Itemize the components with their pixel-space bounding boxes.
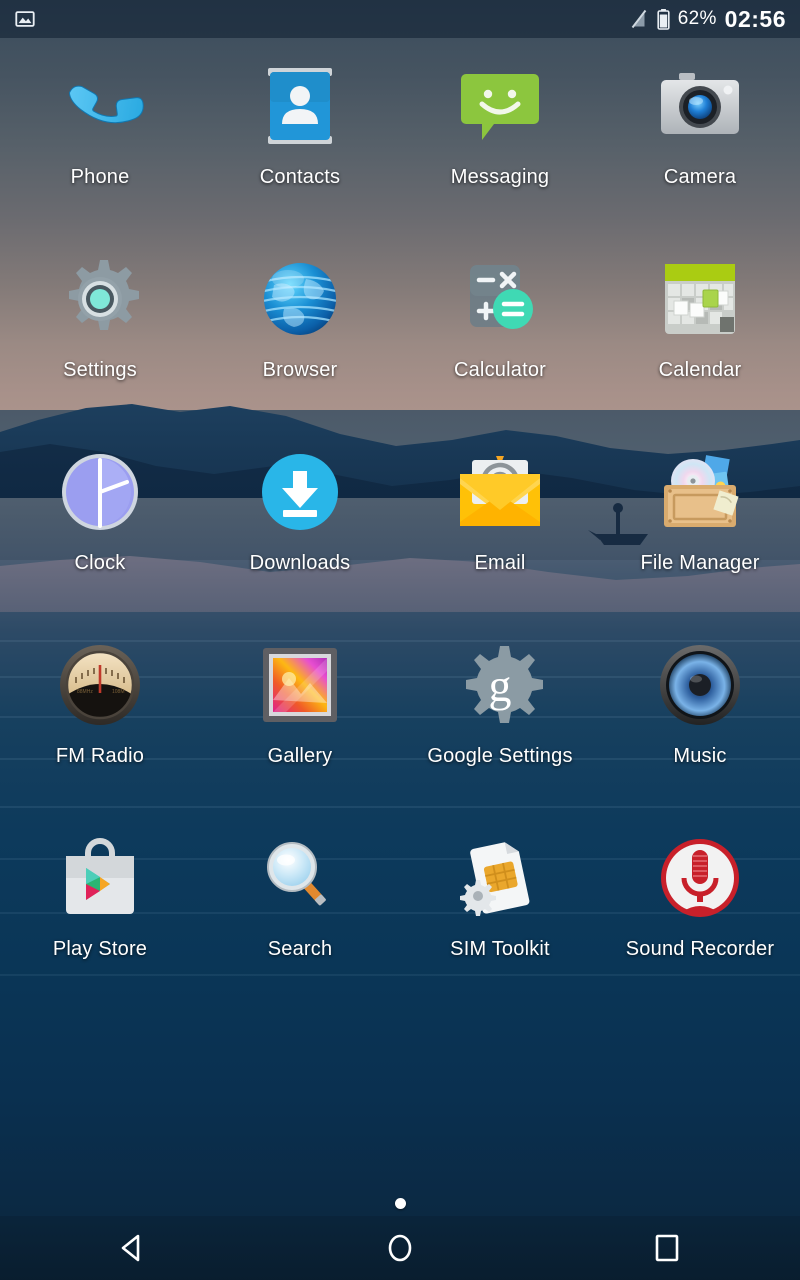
phone-icon xyxy=(54,60,146,152)
app-label: Search xyxy=(267,938,333,960)
status-bar-notifications[interactable] xyxy=(0,8,36,30)
app-icon-play-store[interactable]: Play Store xyxy=(0,810,200,1003)
app-label: Music xyxy=(673,745,727,767)
app-icon-file-manager[interactable]: File Manager xyxy=(600,424,800,617)
app-label: Play Store xyxy=(52,938,148,960)
recents-square-icon xyxy=(655,1234,678,1262)
sim-toolkit-icon xyxy=(454,832,546,924)
settings-gear-icon xyxy=(54,253,146,345)
battery-icon xyxy=(657,9,670,30)
app-label: FM Radio xyxy=(55,745,145,767)
app-label: Email xyxy=(474,552,526,574)
app-icon-camera[interactable]: Camera xyxy=(600,38,800,231)
status-bar-system-icons[interactable]: 62% 02:56 xyxy=(629,6,800,33)
app-icon-browser[interactable]: Browser xyxy=(200,231,400,424)
contacts-icon xyxy=(254,60,346,152)
svg-text:88MHz: 88MHz xyxy=(77,689,93,695)
battery-percent-label: 62% xyxy=(677,8,717,29)
app-label: Browser xyxy=(262,359,338,381)
app-icon-settings[interactable]: Settings xyxy=(0,231,200,424)
android-home-screen: 62% 02:56 Phone Contacts Messaging Camer… xyxy=(0,0,800,1280)
app-label: File Manager xyxy=(640,552,760,574)
navigation-bar xyxy=(0,1216,800,1280)
app-label: Contacts xyxy=(259,166,341,188)
app-label: SIM Toolkit xyxy=(450,938,550,960)
app-icon-search[interactable]: Search xyxy=(200,810,400,1003)
nav-recents-button[interactable] xyxy=(533,1216,800,1280)
app-icon-calculator[interactable]: Calculator xyxy=(400,231,600,424)
app-icon-messaging[interactable]: Messaging xyxy=(400,38,600,231)
messaging-icon xyxy=(454,60,546,152)
no-sim-signal-icon xyxy=(631,9,647,29)
status-bar-clock: 02:56 xyxy=(724,5,786,32)
app-label: Gallery xyxy=(267,745,333,767)
app-label: Camera xyxy=(663,166,737,188)
app-grid: Phone Contacts Messaging Camera Settings… xyxy=(0,38,800,1003)
app-label: Clock xyxy=(74,552,126,574)
status-bar[interactable]: 62% 02:56 xyxy=(0,0,800,38)
calculator-icon xyxy=(454,253,546,345)
app-label: Settings xyxy=(63,359,137,381)
app-icon-fm-radio[interactable]: 88MHz 108M FM Radio xyxy=(0,617,200,810)
app-icon-downloads[interactable]: Downloads xyxy=(200,424,400,617)
svg-text:g: g xyxy=(489,660,512,711)
app-icon-google-settings[interactable]: g Google Settings xyxy=(400,617,600,810)
app-label: Sound Recorder xyxy=(625,938,775,960)
app-icon-sound-recorder[interactable]: Sound Recorder xyxy=(600,810,800,1003)
page-indicator-dot-1[interactable] xyxy=(394,1197,406,1209)
search-magnifier-icon xyxy=(254,832,346,924)
downloads-arrow-icon xyxy=(254,446,346,538)
app-icon-gallery[interactable]: Gallery xyxy=(200,617,400,810)
app-label: Messaging xyxy=(450,166,550,188)
music-speaker-icon xyxy=(654,639,746,731)
fm-radio-dial-icon: 88MHz 108M xyxy=(54,639,146,731)
app-icon-email[interactable]: Email xyxy=(400,424,600,617)
app-icon-phone[interactable]: Phone xyxy=(0,38,200,231)
app-icon-music[interactable]: Music xyxy=(600,617,800,810)
app-label: Calendar xyxy=(658,359,742,381)
clock-icon xyxy=(54,446,146,538)
app-icon-clock[interactable]: Clock xyxy=(0,424,200,617)
file-manager-crate-icon xyxy=(654,446,746,538)
image-icon xyxy=(15,11,35,27)
sound-recorder-mic-icon xyxy=(654,832,746,924)
svg-text:108M: 108M xyxy=(112,689,125,695)
app-icon-contacts[interactable]: Contacts xyxy=(200,38,400,231)
browser-globe-icon xyxy=(254,253,346,345)
gallery-photo-icon xyxy=(254,639,346,731)
nav-back-button[interactable] xyxy=(0,1216,267,1280)
nav-home-button[interactable] xyxy=(267,1216,534,1280)
app-label: Google Settings xyxy=(427,745,573,767)
app-label: Phone xyxy=(70,166,130,188)
email-envelope-icon xyxy=(454,446,546,538)
play-store-bag-icon xyxy=(54,832,146,924)
app-label: Calculator xyxy=(453,359,547,381)
back-triangle-icon xyxy=(122,1234,140,1262)
camera-icon xyxy=(654,60,746,152)
home-circle-icon xyxy=(388,1234,412,1262)
app-icon-calendar[interactable]: Calendar xyxy=(600,231,800,424)
app-icon-sim-toolkit[interactable]: SIM Toolkit xyxy=(400,810,600,1003)
google-settings-gear-icon: g xyxy=(454,639,546,731)
app-label: Downloads xyxy=(249,552,351,574)
calendar-icon xyxy=(654,253,746,345)
page-indicator[interactable] xyxy=(0,1194,800,1212)
